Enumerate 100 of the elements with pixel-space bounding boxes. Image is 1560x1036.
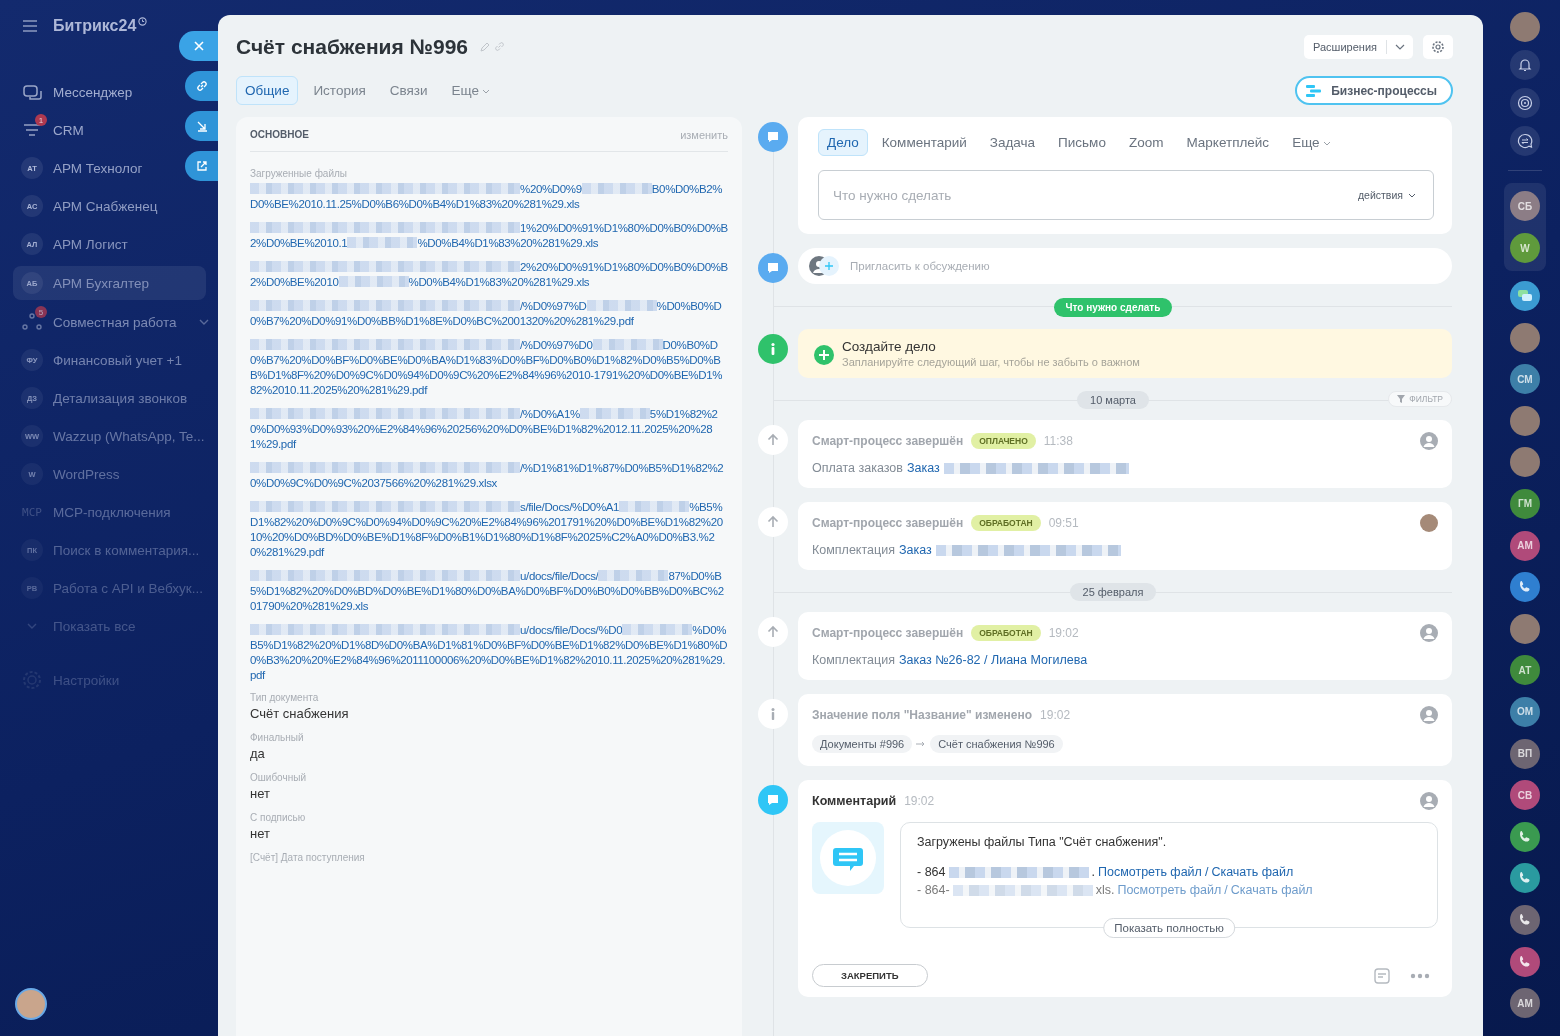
menu-item[interactable]: 1 CRM (13, 114, 92, 146)
call-button[interactable] (1510, 821, 1540, 852)
close-button[interactable] (179, 31, 218, 61)
order-link[interactable]: Заказ (906, 461, 940, 475)
menu-icon (21, 17, 39, 35)
field-value: нет (250, 826, 271, 841)
group-chat-button[interactable] (1510, 281, 1540, 311)
contact-avatar[interactable] (1510, 322, 1540, 353)
pin-button[interactable]: ЗАКРЕПИТЬ (812, 964, 928, 987)
file-suffix: . (1091, 865, 1095, 879)
settings-button[interactable] (1423, 35, 1453, 59)
count-badge: 1 (35, 114, 47, 126)
hint-title: Создайте дело (842, 339, 937, 354)
section-title: ОСНОВНОЕ (250, 129, 309, 141)
call-button[interactable] (1510, 946, 1540, 977)
external-link-icon (194, 159, 209, 173)
contact-avatar[interactable]: СБ (1510, 191, 1540, 221)
file-link[interactable]: 2%20%D0%91%D1%80%D0%B0%D0%B2%D0%BE%2010 %D0%B4%D1%83%20%281%29.xls (250, 260, 728, 290)
tab[interactable]: Еще (442, 76, 500, 105)
invite-input[interactable]: Пригласить к обсуждению (848, 259, 1442, 273)
file-link[interactable]: /%D0%A1% 5%D1%82%20%D0%93%D0%93%20%E2%84%96%20256%20%D0%BE%D1%82%2012.11.2025%20%281%29.pdf (250, 407, 728, 452)
call-button[interactable] (1510, 863, 1540, 894)
contact-avatar[interactable]: W (1510, 233, 1540, 263)
field-label: [Счёт] Дата поступления (250, 852, 366, 863)
create-task-hint[interactable]: Создайте дело Запланируйте следующий шаг, чтобы не забыть о важном (798, 329, 1452, 378)
tab[interactable]: Дело (818, 129, 868, 156)
download-file-link[interactable]: Скачать файл (1230, 883, 1313, 897)
people-network-icon (21, 312, 43, 332)
tab[interactable]: Письмо (1049, 129, 1115, 156)
tab[interactable]: История (304, 76, 375, 105)
order-link[interactable]: Заказ (898, 543, 932, 557)
tab[interactable]: Общие (236, 76, 299, 105)
chat-switch-button[interactable] (1510, 126, 1540, 156)
file-link[interactable]: /%D1%81%D1%87%D0%B5%D1%82%20%D0%9C%D0%9C%2037566%20%281%29.xlsx (250, 461, 728, 491)
tab[interactable]: Связи (380, 76, 437, 105)
section-divider-label: Что нужно сделать (1053, 297, 1173, 317)
minimize-button[interactable] (185, 111, 218, 141)
new-value-chip: Счёт снабжения №996 (930, 735, 1063, 753)
tab[interactable]: Комментарий (872, 129, 976, 156)
file-link[interactable]: /%D0%97%D %D0%B0%D0%B7%20%D0%91%D0%BB%D1%8E%D0%BC%2001320%20%281%29.pdf (250, 299, 728, 329)
contact-avatar[interactable]: АМ (1510, 988, 1540, 1019)
tab[interactable]: Маркетплейс (1177, 129, 1279, 156)
call-button[interactable] (1510, 572, 1540, 603)
event-time: 19:02 (1040, 708, 1071, 722)
notifications-button[interactable] (1510, 50, 1540, 80)
contact-avatar[interactable]: ОМ (1510, 696, 1540, 727)
menu-item[interactable]: 5 Совместная работа (13, 306, 206, 338)
file-link[interactable]: /%D0%97%D0 D0%B0%D0%B7%20%D0%BF%D0%BE%D0%BA%D1%83%D0%BF%D0%B0%D1%82%D0%B5%D0%BB%D1%8F%20%D0%9C%D0%94%D0%9C%20%E2%84%96%2010-1791%20%D0%BE%D1%82%2010.11.2025%20%281%29.pdf (250, 338, 728, 398)
event-title: Смарт-процесс завершён (812, 626, 964, 640)
show-more-button[interactable]: Показать полностью (1103, 918, 1235, 938)
contact-avatar[interactable]: АТ (1510, 655, 1540, 686)
contact-avatar[interactable] (1510, 12, 1540, 42)
field-label: Загруженные файлы (250, 168, 349, 179)
menu-item[interactable]: Мессенджер (13, 76, 141, 108)
contact-avatar[interactable]: СВ (1510, 780, 1540, 811)
order-link[interactable]: Заказ №26-82 / Лиана Могилева (898, 653, 1088, 667)
open-in-new-window-button[interactable] (185, 151, 218, 181)
date-separator: 10 марта (1077, 391, 1149, 409)
event-time: 19:02 (1048, 626, 1079, 640)
invite-field[interactable]: Пригласить к обсуждению (798, 248, 1452, 284)
hint-text: Запланируйте следующий шаг, чтобы не забыть о важном (842, 356, 1140, 368)
view-file-link[interactable]: Посмотреть файл (1098, 865, 1202, 879)
status-badge: ОПЛАЧЕНО (971, 433, 1036, 449)
view-file-link[interactable]: Посмотреть файл (1117, 883, 1222, 897)
contact-avatar[interactable]: АМ (1510, 530, 1540, 561)
actions-dropdown[interactable]: действия (1357, 189, 1416, 201)
event-time: 11:38 (1043, 434, 1073, 448)
call-button[interactable] (1510, 904, 1540, 935)
copy-link-button[interactable] (185, 71, 218, 101)
file-link[interactable]: %20%D0%9 B0%D0%B2%D0%BE%2010.11.25%D0%B6%D0%B4%D1%83%20%281%29.xls (250, 182, 728, 212)
chat-bubble-icon (766, 261, 780, 275)
event-title: Смарт-процесс завершён (812, 434, 964, 448)
tab[interactable]: Задача (980, 129, 1045, 156)
tab[interactable]: Zoom (1119, 129, 1173, 156)
business-processes-button[interactable]: Бизнес-процессы (1295, 76, 1453, 105)
file-link[interactable]: 1%20%D0%91%D1%80%D0%B0%D0%B2%D0%BE%2010.1 %D0%B4%D1%83%20%281%29.xls (250, 221, 728, 251)
link-separator: / (1204, 865, 1209, 879)
contact-avatar[interactable]: ВП (1510, 738, 1540, 769)
contact-avatar[interactable] (1510, 405, 1540, 436)
file-prefix: - 864- (917, 883, 950, 897)
page-title: Счёт снабжения №996 (236, 35, 469, 59)
file-link[interactable]: u/docs/file/Docs/ 87%D0%B5%D1%82%20%D0%BD%D0%BE%D1%80%D0%BA%D0%BF%D0%B0%D0%BB%D0%BC%201790%20%281%29.xls (250, 569, 728, 614)
download-file-link[interactable]: Скачать файл (1211, 865, 1294, 879)
contact-avatar[interactable]: СМ (1510, 364, 1540, 395)
chat-bubble-icon (766, 793, 780, 807)
tab[interactable]: Еще (1283, 129, 1340, 156)
user-avatar[interactable] (15, 988, 47, 1020)
date-separator: 25 февраля (1069, 583, 1157, 601)
chat-bubbles-icon (1517, 289, 1533, 303)
extensions-dropdown[interactable]: Расширения (1304, 35, 1413, 59)
status-badge: ОБРАБОТАН (971, 515, 1041, 531)
activity-button[interactable] (1510, 88, 1540, 118)
event-time: 19:02 (904, 794, 935, 808)
file-link[interactable]: u/docs/file/Docs/%D0 %D0%B5%D1%82%20%D1%8D%D0%BA%D1%81%D0%BF%D0%BE%D1%82%D0%BE%D1%80%D0%B3%20%20%E2%84%96%2011100006%20%D0%BE%D1%82%2010.11.2025%20%281%29.pdf (250, 623, 728, 683)
contact-avatar[interactable] (1510, 613, 1540, 644)
file-link[interactable]: s/file/Docs/%D0%A1 %B5%D1%82%20%D0%9C%D0%94%D0%9C%20%E2%84%96%201791%20%D0%BE%D1%82%2010%20%D0%BD%D0%BE%D1%8F%D0%B1%D1%80%D1%8F%2025%C2%A0%D0%B3.%20%281%29.pdf (250, 500, 728, 560)
event-title: Смарт-процесс завершён (812, 516, 964, 530)
contact-avatar[interactable]: ГМ (1510, 488, 1540, 519)
old-value-chip: Документы #996 (812, 735, 913, 753)
contact-avatar[interactable] (1510, 447, 1540, 478)
